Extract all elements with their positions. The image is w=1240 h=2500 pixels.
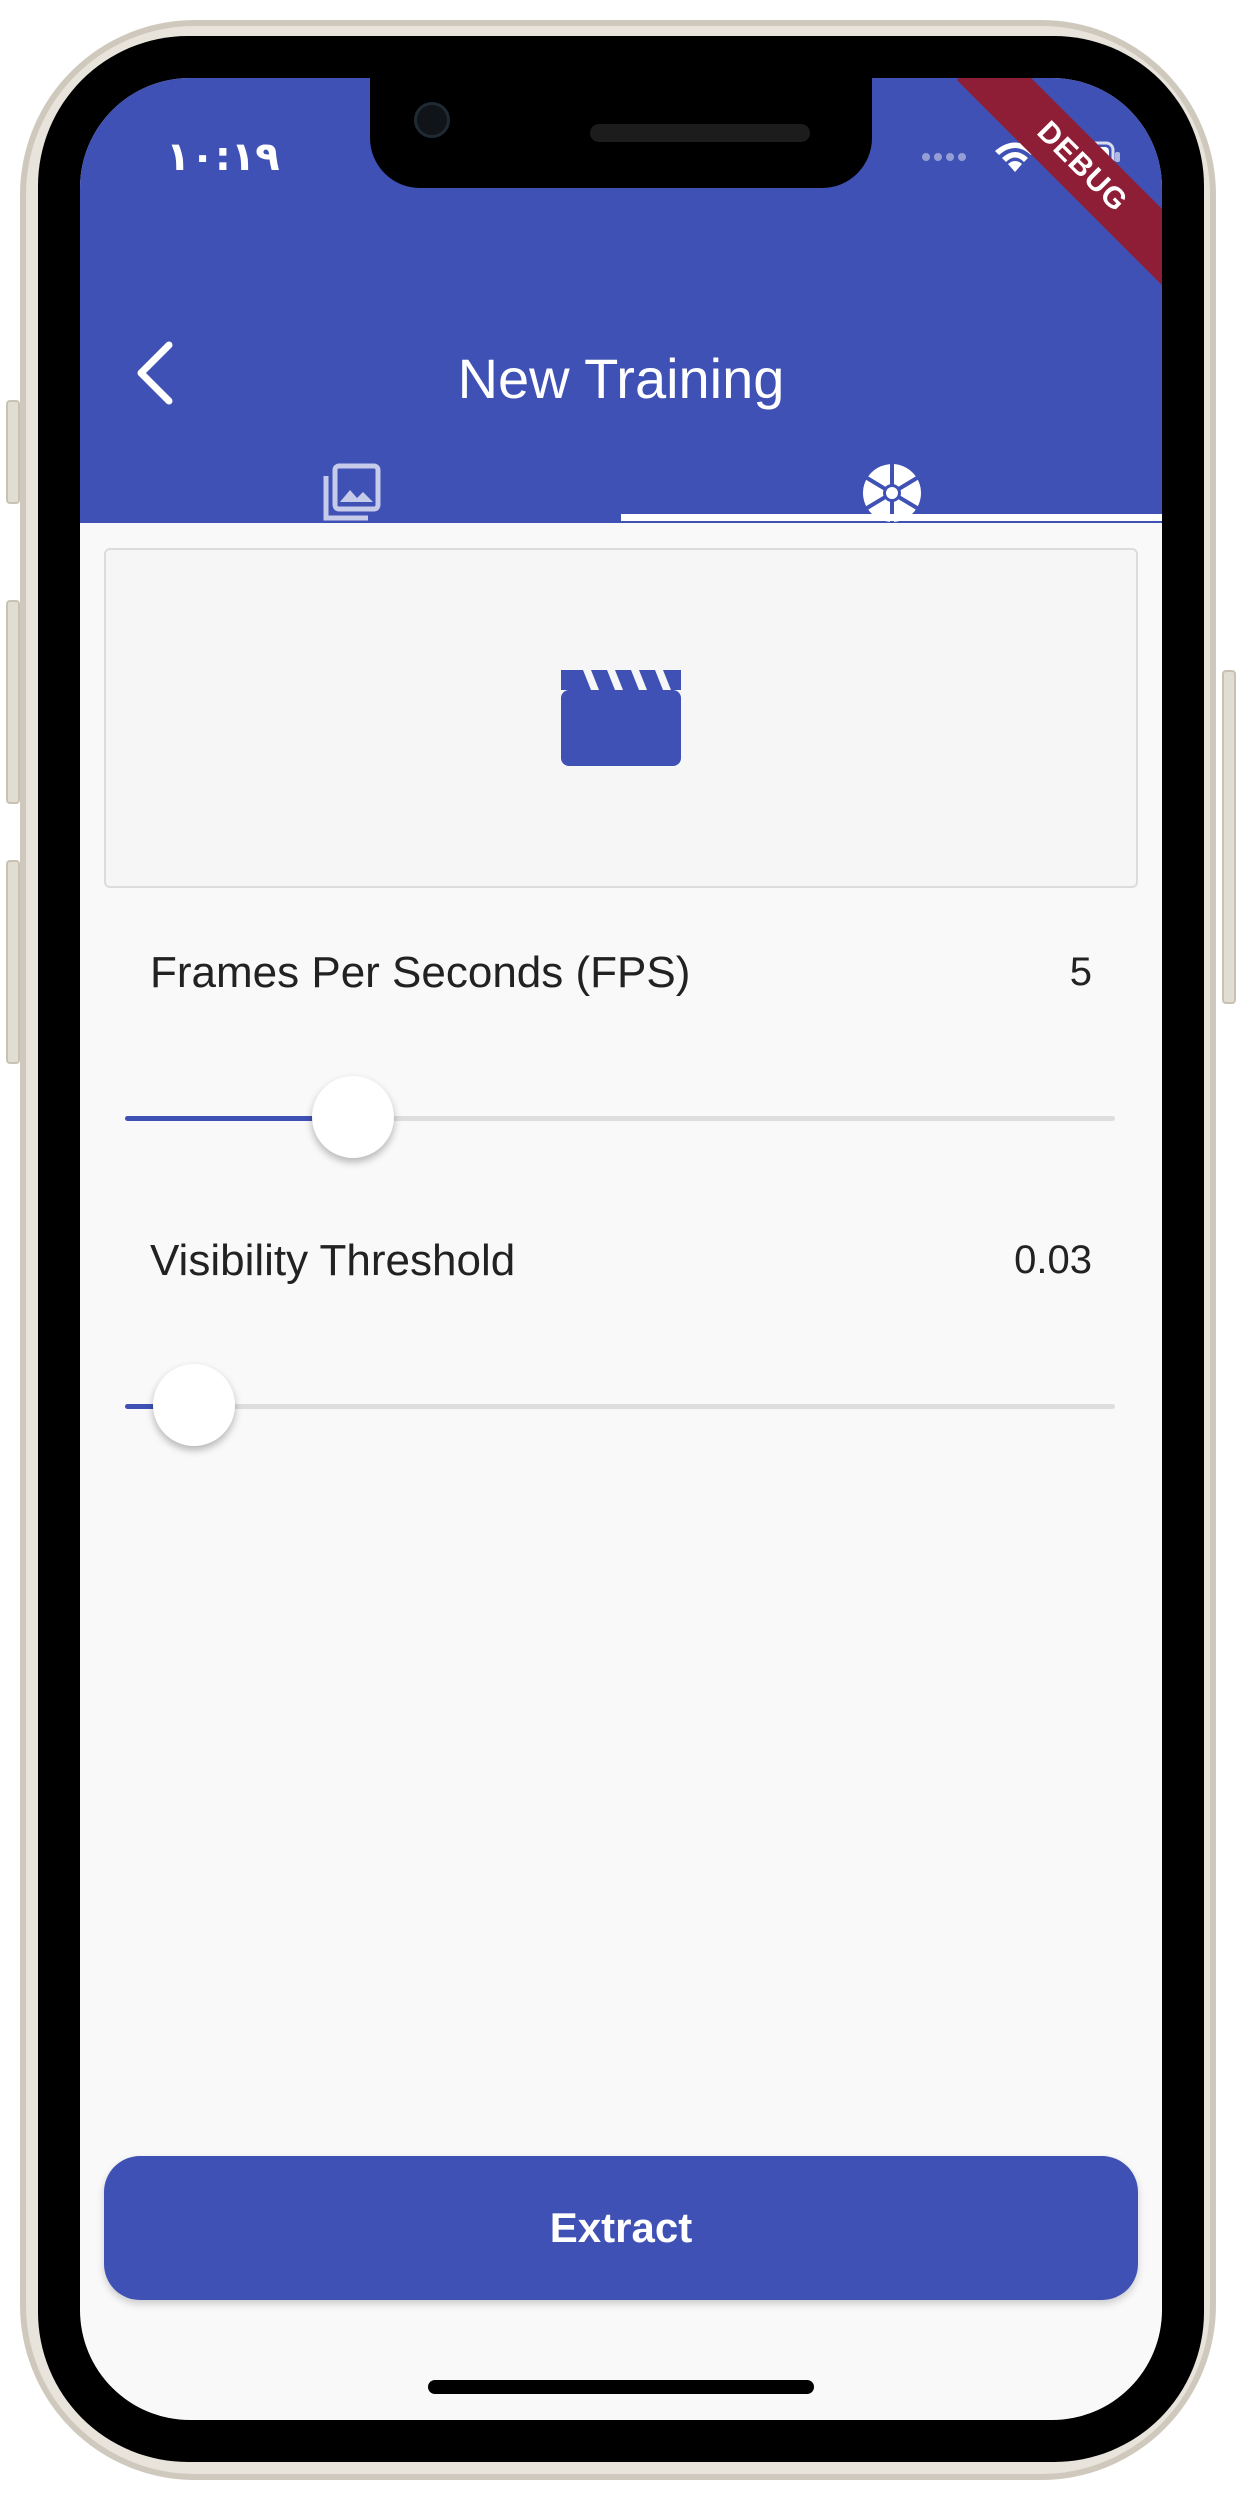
side-button-volume-down bbox=[6, 860, 20, 1064]
video-preview[interactable] bbox=[104, 548, 1138, 888]
extract-button[interactable]: Extract bbox=[104, 2156, 1138, 2300]
photo-library-icon bbox=[323, 463, 380, 521]
movie-clapper-icon bbox=[561, 670, 681, 766]
debug-banner: DEBUG bbox=[956, 78, 1162, 293]
fps-slider-thumb[interactable] bbox=[311, 1076, 394, 1158]
screen: ١٠:١٩ DEBUG New Training Frames Per Seco… bbox=[80, 78, 1162, 2420]
fps-slider[interactable] bbox=[125, 1076, 1115, 1158]
speaker-grille bbox=[590, 124, 810, 142]
side-button-power bbox=[1222, 670, 1236, 1004]
visibility-threshold-slider[interactable] bbox=[125, 1364, 1115, 1446]
tab-images[interactable] bbox=[80, 463, 621, 523]
tab-selected-indicator bbox=[621, 514, 1162, 521]
fps-label: Frames Per Seconds (FPS) bbox=[150, 948, 691, 997]
side-button-volume-up bbox=[6, 600, 20, 804]
visibility-threshold-label: Visibility Threshold bbox=[150, 1236, 516, 1285]
fps-value: 5 bbox=[1069, 950, 1092, 994]
status-time: ١٠:١٩ bbox=[166, 134, 280, 180]
home-indicator bbox=[428, 2380, 814, 2394]
page-title: New Training bbox=[457, 347, 785, 410]
side-button-mute bbox=[6, 400, 20, 504]
front-camera bbox=[414, 102, 450, 138]
app-bar: ١٠:١٩ DEBUG New Training bbox=[80, 78, 1162, 523]
visibility-threshold-slider-thumb[interactable] bbox=[153, 1364, 236, 1446]
cellular-signal-icon bbox=[922, 148, 970, 166]
visibility-threshold-value: 0.03 bbox=[1014, 1238, 1092, 1282]
